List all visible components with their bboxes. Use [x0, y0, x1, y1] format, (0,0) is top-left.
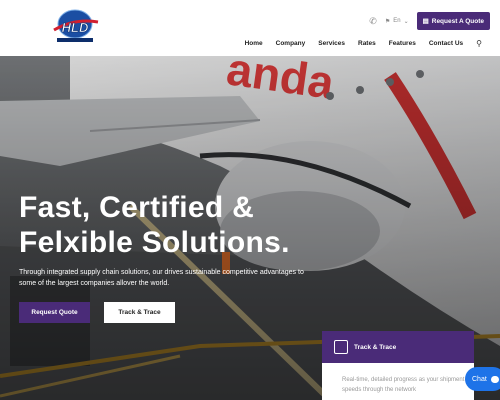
nav-rates[interactable]: Rates: [358, 40, 376, 47]
chat-label: Chat: [472, 375, 487, 383]
nav-features[interactable]: Features: [389, 40, 416, 47]
nav-contact-us[interactable]: Contact Us: [429, 40, 463, 47]
nav-services[interactable]: Services: [318, 40, 345, 47]
quote-icon: ▤: [422, 18, 429, 25]
site-header: HLD ✆ ⚑ En ⌄ ▤ Request A Quote Home Comp…: [0, 0, 500, 56]
request-quote-button[interactable]: Request Quote: [19, 302, 90, 323]
phone-icon[interactable]: ✆: [369, 16, 377, 27]
main-nav: Home Company Services Rates Features Con…: [245, 39, 482, 48]
chat-bubble-icon: [490, 375, 499, 383]
header-utilities: ✆ ⚑ En ⌄ ▤ Request A Quote: [369, 12, 490, 30]
company-logo[interactable]: HLD: [48, 8, 102, 46]
svg-text:HLD: HLD: [62, 20, 89, 35]
track-trace-card[interactable]: Track & Trace Real-time, detailed progre…: [322, 331, 474, 400]
track-card-body: Real-time, detailed progress as your shi…: [322, 363, 474, 400]
request-quote-header-label: Request A Quote: [431, 17, 484, 25]
chevron-down-icon: ⌄: [403, 18, 409, 25]
hero-subtext: Through integrated supply chain solution…: [19, 269, 304, 287]
track-card-header: Track & Trace: [322, 331, 474, 363]
hero-headline: Fast, Certified & Felxible Solutions.: [19, 191, 290, 260]
chat-widget-button[interactable]: Chat: [465, 367, 500, 391]
flag-icon: ⚑: [384, 18, 391, 25]
track-card-title: Track & Trace: [354, 343, 397, 351]
language-selector[interactable]: ⚑ En ⌄: [385, 18, 409, 25]
track-trace-button[interactable]: Track & Trace: [104, 302, 175, 323]
language-label: En: [393, 18, 401, 24]
search-icon[interactable]: ⚲: [476, 39, 482, 48]
nav-home[interactable]: Home: [245, 40, 263, 47]
request-quote-header-button[interactable]: ▤ Request A Quote: [416, 12, 490, 30]
nav-company[interactable]: Company: [276, 40, 306, 47]
package-icon: [334, 340, 348, 354]
